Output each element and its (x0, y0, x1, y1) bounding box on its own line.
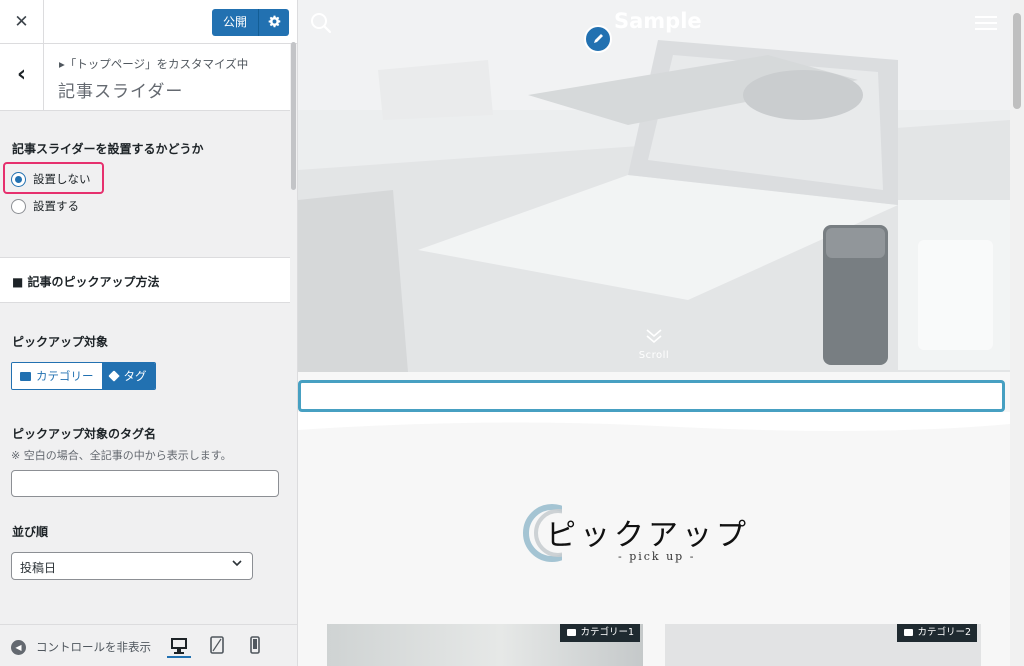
pencil-icon (594, 34, 603, 43)
folder-icon (20, 371, 31, 381)
customizer-panel: ✕ 公開 ‹ ▸「トップページ」をカスタマイズ中 記事スライダー 記事スライダー… (0, 0, 298, 666)
pickup-section-title: ピックアップ (546, 518, 750, 553)
pickup-target-label: ピックアップ対象 (12, 335, 109, 349)
sort-order-select[interactable]: 投稿日 (11, 552, 253, 580)
preview-mobile-button[interactable] (243, 634, 267, 658)
notice-bar-highlight (298, 380, 1005, 412)
section-title: 記事スライダー (58, 82, 184, 102)
pickup-card[interactable]: カテゴリー2 (665, 624, 981, 666)
window-scrollbar[interactable] (1013, 13, 1021, 109)
chevron-left-icon: ‹ (16, 62, 27, 87)
scroll-indicator[interactable]: Scroll (631, 328, 677, 361)
hero-background-image (298, 0, 1010, 372)
sort-order-label: 並び順 (12, 525, 49, 539)
publish-button[interactable]: 公開 (212, 9, 260, 36)
desktop-icon (171, 638, 187, 654)
segment-label: カテゴリー (36, 369, 94, 383)
radio-button[interactable] (11, 198, 26, 214)
pickup-section-subtitle: - pick up - (618, 550, 696, 563)
tag-name-label: ピックアップ対象のタグ名 (12, 427, 157, 441)
sort-order-value: 投稿日 (20, 561, 57, 575)
tag-icon (107, 370, 120, 382)
slider-question-label: 記事スライダーを設置するかどうか (12, 142, 204, 156)
hamburger-menu-icon[interactable] (975, 14, 997, 32)
publish-settings-button[interactable] (259, 9, 290, 36)
hide-controls-button[interactable]: ◀ コントロールを非表示 (11, 639, 151, 655)
pickup-method-heading-text: ■ 記事のピックアップ方法 (12, 275, 160, 289)
radio-label: 設置する (33, 199, 79, 213)
panel-scrollbar[interactable] (291, 42, 296, 190)
pickup-target-tag-button[interactable]: タグ (101, 363, 155, 389)
hide-controls-label: コントロールを非表示 (36, 640, 151, 654)
customizer-header: ✕ 公開 (0, 0, 297, 44)
section-header: ‹ ▸「トップページ」をカスタマイズ中 記事スライダー (0, 44, 290, 111)
segment-label: タグ (123, 369, 147, 383)
scroll-label: Scroll (638, 350, 670, 361)
close-customizer-button[interactable]: ✕ (0, 0, 44, 44)
close-icon: ✕ (14, 12, 29, 32)
tablet-icon (210, 636, 224, 654)
highlight-box (3, 162, 104, 194)
site-preview: Sample Scroll ピックアップ - pick up - カテゴリー1 … (298, 0, 1010, 666)
customizer-footer: ◀ コントロールを非表示 (0, 624, 297, 666)
pickup-target-segmented-control: カテゴリー タグ (11, 362, 156, 390)
collapse-icon: ◀ (11, 639, 26, 655)
category-badge[interactable]: カテゴリー2 (897, 624, 977, 642)
preview-desktop-button[interactable] (167, 634, 191, 658)
preview-tablet-button[interactable] (205, 634, 229, 658)
pickup-method-heading: ■ 記事のピックアップ方法 (0, 257, 290, 303)
tag-name-hint: ※ 空白の場合、全記事の中から表示します。 (11, 449, 232, 462)
back-button[interactable]: ‹ (0, 44, 44, 110)
breadcrumb: ▸「トップページ」をカスタマイズ中 (59, 57, 249, 71)
mobile-icon (250, 636, 260, 654)
site-title[interactable]: Sample (614, 9, 702, 33)
publish-group: 公開 (212, 9, 290, 36)
edit-shortcut-button[interactable] (584, 25, 612, 53)
gear-icon (268, 15, 280, 28)
search-icon[interactable] (310, 12, 332, 34)
tag-name-input[interactable] (11, 470, 279, 497)
chevron-down-icon (231, 557, 243, 572)
section-wave-divider (298, 412, 1010, 431)
radio-show-slider[interactable]: 設置する (11, 198, 79, 214)
pickup-card[interactable]: カテゴリー1 (327, 624, 643, 666)
pickup-target-category-button[interactable]: カテゴリー (12, 363, 102, 389)
double-chevron-down-icon (646, 329, 662, 344)
hero-header: Sample Scroll (298, 0, 1010, 372)
category-badge[interactable]: カテゴリー1 (560, 624, 640, 642)
